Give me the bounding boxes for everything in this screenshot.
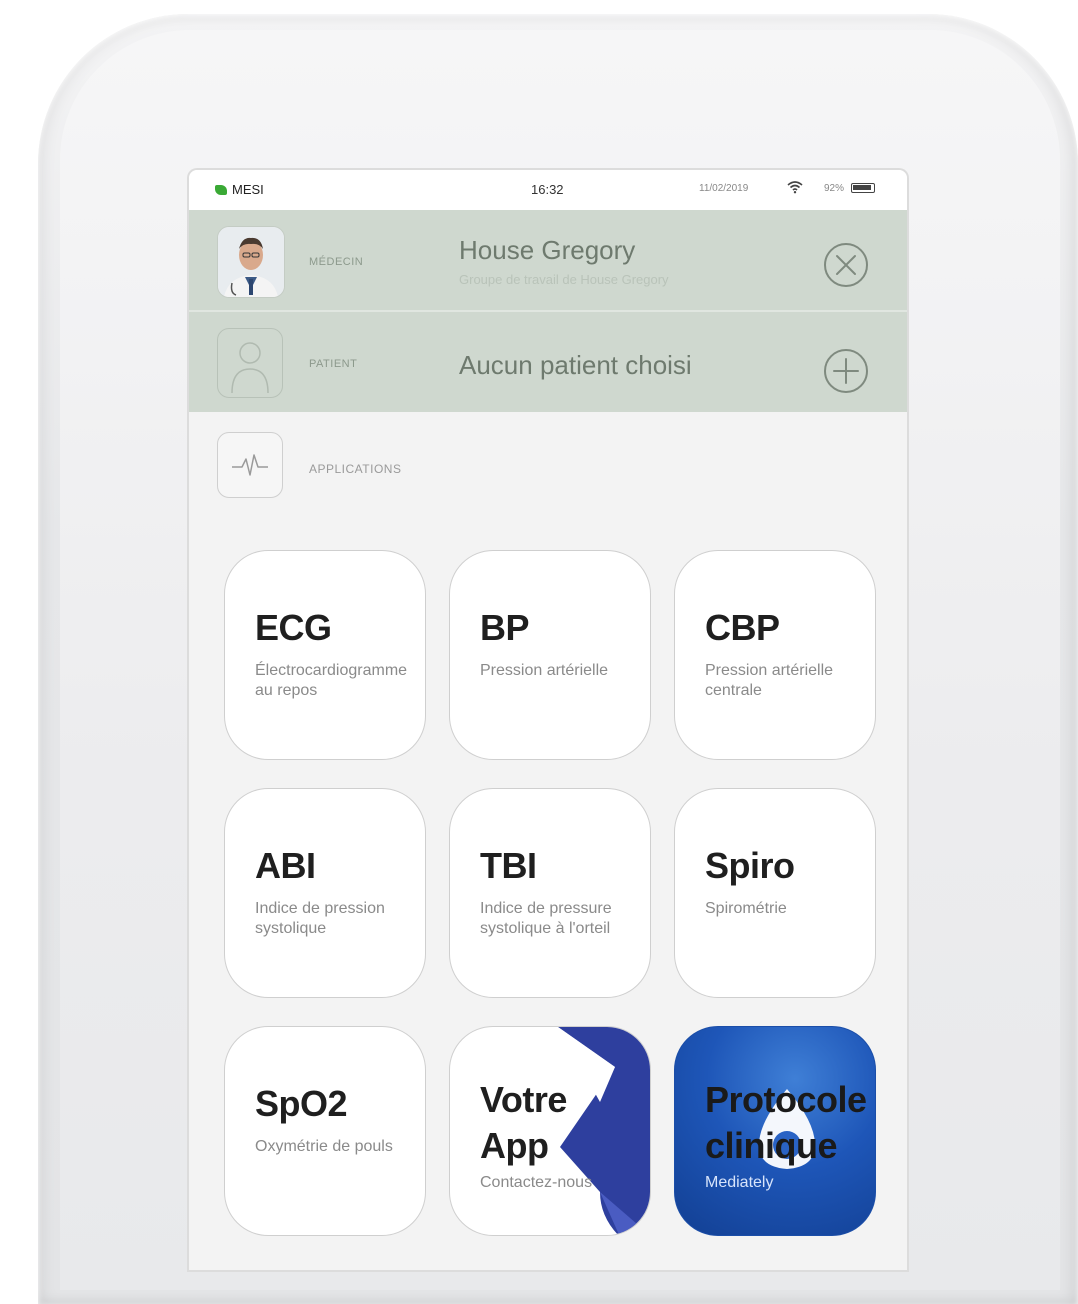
app-tile-spo2[interactable]: SpO2 Oxymétrie de pouls <box>224 1026 426 1236</box>
app-tile-votre-app[interactable]: Votre App Contactez-nous <box>449 1026 651 1236</box>
brand-name: MESI <box>232 182 264 197</box>
app-tile-bp[interactable]: BP Pression artérielle <box>449 550 651 760</box>
battery-icon <box>851 183 875 193</box>
tile-description: Pression artérielle centrale <box>705 662 834 699</box>
close-circle-icon[interactable] <box>823 242 869 288</box>
doctor-group: Groupe de travail de House Gregory <box>459 272 669 287</box>
app-tile-abi[interactable]: ABI Indice de pression systolique <box>224 788 426 998</box>
app-tile-tbi[interactable]: TBI Indice de pressure systolique à l'or… <box>449 788 651 998</box>
wifi-icon <box>787 181 803 194</box>
doctor-avatar <box>217 226 285 298</box>
brand: MESI <box>215 182 264 197</box>
tile-description: Indice de pression systolique <box>255 900 385 937</box>
tile-title: BP <box>480 607 530 648</box>
status-time: 16:32 <box>531 182 564 197</box>
applications-label: APPLICATIONS <box>309 462 402 476</box>
patient-label: PATIENT <box>309 358 358 370</box>
tile-title: ABI <box>255 845 316 886</box>
tile-title: SpO2 <box>255 1083 348 1124</box>
battery-percent: 92% <box>824 183 845 194</box>
tile-title: ECG <box>255 607 332 648</box>
tile-description: Oxymétrie de pouls <box>255 1138 393 1155</box>
patient-placeholder <box>231 342 269 394</box>
app-tile-protocole-clinique[interactable]: Protocole clinique Mediately <box>674 1026 876 1236</box>
app-tile-ecg[interactable]: ECG Électrocardiogramme au repos <box>224 550 426 760</box>
status-bar: MESI 16:32 11/02/2019 92% <box>189 170 907 210</box>
add-circle-icon[interactable] <box>823 348 869 394</box>
doctor-name: House Gregory <box>459 235 636 265</box>
patient-row[interactable]: PATIENT Aucun patient choisi <box>189 312 907 412</box>
doctor-label: MÉDECIN <box>309 256 364 268</box>
tile-title: Protocole clinique <box>705 1079 867 1166</box>
tile-title: CBP <box>705 607 780 648</box>
tile-description: Contactez-nous <box>480 1174 593 1191</box>
app-tile-spiro[interactable]: Spiro Spirométrie <box>674 788 876 998</box>
device-screen: MESI 16:32 11/02/2019 92% MÉDECIN House … <box>189 170 907 1270</box>
tile-title: Votre App <box>480 1079 567 1166</box>
tile-description: Mediately <box>705 1174 774 1191</box>
tile-description: Pression artérielle <box>480 662 609 679</box>
heartbeat-icon <box>217 432 283 498</box>
tile-title: Spiro <box>705 845 795 886</box>
doctor-row[interactable]: MÉDECIN House Gregory Groupe de travail … <box>189 210 907 310</box>
doctor-photo <box>218 227 284 297</box>
tile-description: Indice de pressure systolique à l'orteil <box>480 900 612 937</box>
app-tile-cbp[interactable]: CBP Pression artérielle centrale <box>674 550 876 760</box>
mesi-logo-icon <box>215 184 227 195</box>
tile-description: Électrocardiogramme au repos <box>255 662 408 699</box>
patient-name: Aucun patient choisi <box>459 350 692 380</box>
status-date: 11/02/2019 <box>699 183 749 194</box>
person-outline-icon <box>217 328 283 398</box>
tile-title: TBI <box>480 845 537 886</box>
tile-description: Spirométrie <box>705 900 787 917</box>
